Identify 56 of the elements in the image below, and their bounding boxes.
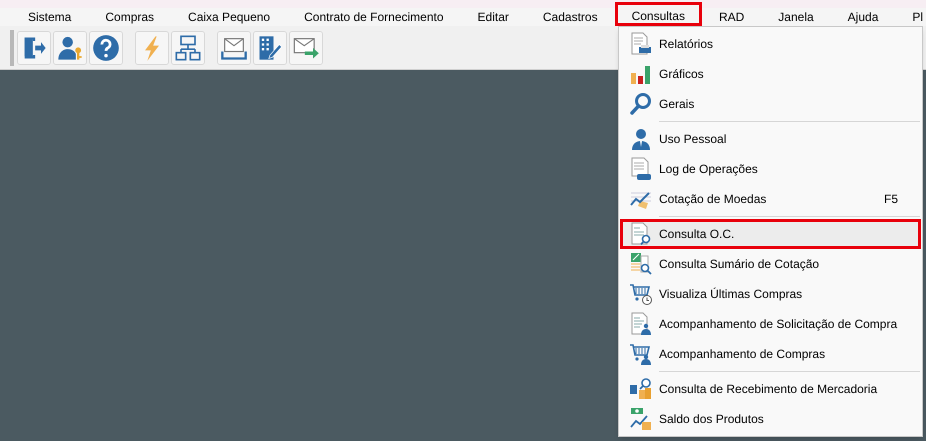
- cart-clock-icon: [629, 282, 653, 306]
- menu-item[interactable]: Visualiza Últimas Compras: [620, 279, 921, 309]
- menu-item-label: Gráficos: [659, 66, 705, 83]
- menu-item[interactable]: Compras: [88, 8, 172, 26]
- menu-item[interactable]: Log de Operações: [620, 154, 921, 184]
- menu-item[interactable]: Cadastros: [526, 8, 615, 26]
- menu-item[interactable]: RAD: [702, 8, 762, 26]
- menu-item[interactable]: Uso Pessoal: [620, 124, 921, 154]
- search-icon: [629, 92, 653, 116]
- toolbar-button[interactable]: [289, 30, 323, 64]
- menu-item[interactable]: Consulta Sumário de Cotação: [620, 249, 921, 279]
- menu-item[interactable]: Pl: [895, 8, 924, 26]
- document-search-icon: [629, 222, 653, 246]
- document-people-icon: [629, 312, 653, 336]
- menu-item[interactable]: Contrato de Fornecimento: [287, 8, 461, 26]
- toolbar-button[interactable]: [17, 30, 51, 64]
- toolbar-grip: [10, 30, 14, 66]
- toolbar-button[interactable]: [253, 30, 287, 64]
- menu-item-label: Gerais: [659, 96, 696, 113]
- org-chart-icon: [174, 34, 202, 62]
- menu-item[interactable]: Cotação de Moedas F5: [620, 184, 921, 214]
- report-printer-icon: [629, 32, 653, 56]
- cart-people-icon: [629, 342, 653, 366]
- menu-item[interactable]: Caixa Pequeno: [171, 8, 288, 26]
- menu-item-label: Relatórios: [659, 36, 714, 53]
- menu-item-label: Consulta de Recebimento de Mercadoria: [659, 381, 878, 398]
- toolbar-button[interactable]: [53, 30, 87, 64]
- menu-item[interactable]: Consulta de Recebimento de Mercadoria: [620, 374, 921, 404]
- toolbar-button[interactable]: [171, 30, 205, 64]
- person-icon: [629, 127, 653, 151]
- toolbar-button[interactable]: [217, 30, 251, 64]
- menu-item[interactable]: Editar: [460, 8, 526, 26]
- menu-item[interactable]: Saldo dos Produtos: [620, 404, 921, 434]
- menu-item[interactable]: Consulta O.C.: [620, 219, 921, 249]
- menu-item-label: Log de Operações: [659, 161, 759, 178]
- menu-item-label: Consulta O.C.: [659, 226, 736, 243]
- menu-item[interactable]: Consultas: [614, 2, 702, 26]
- menu-item[interactable]: Janela: [761, 8, 831, 26]
- menu-item-label: Cotação de Moedas: [659, 191, 768, 208]
- menu-item-label: Uso Pessoal: [659, 131, 728, 148]
- toolbar-button[interactable]: [89, 30, 123, 64]
- money-chart-icon: [629, 407, 653, 431]
- menu-item[interactable]: Gerais: [620, 89, 921, 119]
- menu-item[interactable]: Acompanhamento de Compras: [620, 339, 921, 369]
- menu-item[interactable]: Ajuda: [830, 8, 896, 26]
- help-icon: [92, 34, 120, 62]
- menu-item-label: Consulta Sumário de Cotação: [659, 256, 820, 273]
- menu-item-label: Saldo dos Produtos: [659, 411, 765, 428]
- menu-item[interactable]: Gráficos: [620, 59, 921, 89]
- shortcut-label: F5: [884, 191, 898, 208]
- menu-item[interactable]: Sistema: [11, 8, 88, 26]
- log-document-icon: [629, 157, 653, 181]
- menu-item-label: Visualiza Últimas Compras: [659, 286, 804, 303]
- menu-item-label: Acompanhamento de Solicitação de Compra: [659, 316, 898, 333]
- menu-item[interactable]: Acompanhamento de Solicitação de Compra: [620, 309, 921, 339]
- menu-item-label: Acompanhamento de Compras: [659, 346, 826, 363]
